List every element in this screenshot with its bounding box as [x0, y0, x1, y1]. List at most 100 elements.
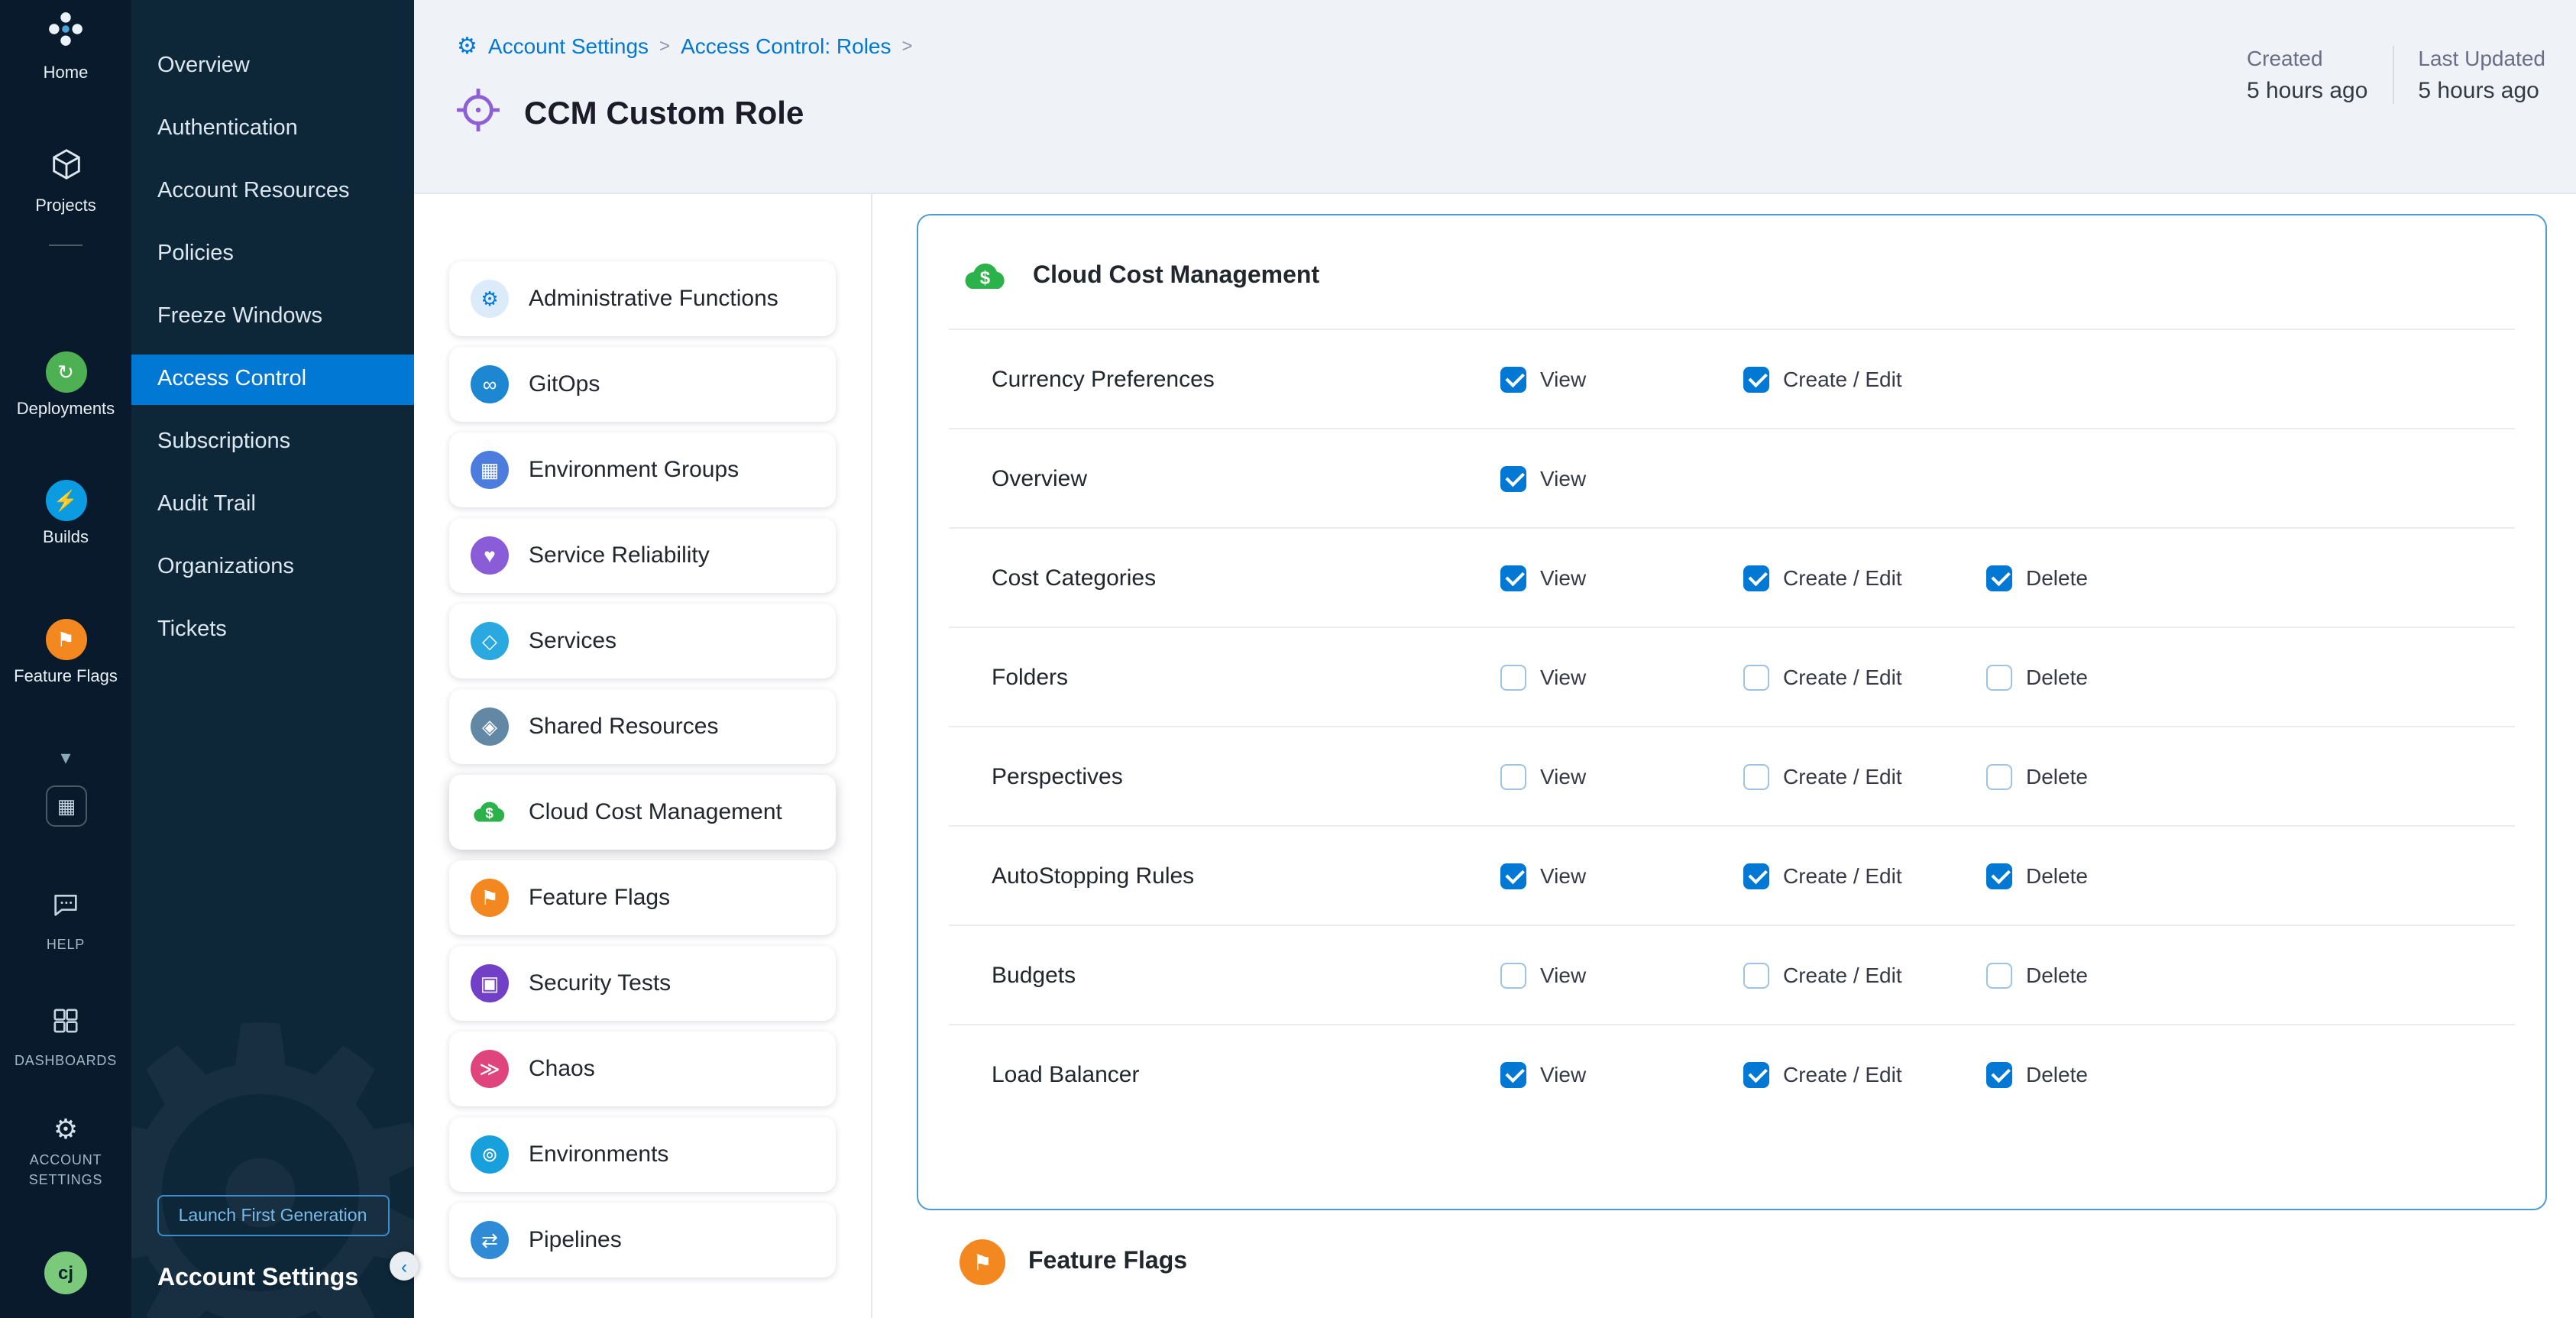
resource-category-card[interactable]: ▦ Environment Groups	[449, 432, 836, 507]
permission-cell-create-edit[interactable]: Create / Edit	[1743, 962, 1986, 988]
permission-cell-view[interactable]: View	[1500, 1061, 1743, 1087]
chevron-down-icon[interactable]: ▾	[0, 746, 131, 770]
checked-checkbox[interactable]	[1743, 366, 1769, 392]
resource-category-card[interactable]: ⊚ Environments	[449, 1117, 836, 1192]
unchecked-checkbox[interactable]	[1500, 763, 1526, 789]
settings-nav-item[interactable]: Subscriptions	[131, 417, 414, 468]
shared-resources-icon: ◈	[471, 708, 509, 746]
permission-cell-delete[interactable]: Delete	[1986, 664, 2226, 690]
module-grid-button[interactable]: ▦	[46, 785, 87, 827]
permission-cell-delete[interactable]: Delete	[1986, 962, 2226, 988]
settings-nav-item[interactable]: Overview	[131, 41, 414, 92]
unchecked-checkbox[interactable]	[1986, 763, 2012, 789]
permission-cell-view[interactable]: View	[1500, 664, 1743, 690]
settings-nav-item[interactable]: Tickets	[131, 605, 414, 656]
permission-cell-create-edit[interactable]: Create / Edit	[1743, 366, 1986, 392]
settings-nav-item[interactable]: Access Control	[131, 355, 414, 405]
avatar[interactable]: cj	[44, 1252, 87, 1294]
checked-checkbox[interactable]	[1986, 863, 2012, 889]
settings-nav-item[interactable]: Account Resources	[131, 167, 414, 217]
unchecked-checkbox[interactable]	[1743, 664, 1769, 690]
unchecked-checkbox[interactable]	[1500, 962, 1526, 988]
permission-cell-view[interactable]: View	[1500, 863, 1743, 889]
settings-nav-item[interactable]: Policies	[131, 229, 414, 280]
permission-cell-create-edit[interactable]: Create / Edit	[1743, 1061, 1986, 1087]
checked-checkbox[interactable]	[1500, 366, 1526, 392]
svg-text:$: $	[980, 268, 991, 289]
settings-nav-item[interactable]: Authentication	[131, 104, 414, 154]
permission-cell-create-edit[interactable]: Create / Edit	[1743, 863, 1986, 889]
permission-cell-view[interactable]: View	[1500, 763, 1743, 789]
content-body: ⚙ Administrative Functions ∞ GitOps ▦ En…	[414, 194, 2576, 1318]
resource-category-card[interactable]: ▣ Security Tests	[449, 946, 836, 1021]
collapse-sidebar-button[interactable]: ‹	[390, 1252, 419, 1281]
permission-row: Budgets View Create / Edit	[949, 925, 2515, 1024]
permission-row: Cost Categories View Create / Edit	[949, 527, 2515, 627]
checked-checkbox[interactable]	[1500, 1061, 1526, 1087]
account-settings-gear-icon[interactable]: ⚙	[457, 34, 477, 57]
resource-category-card[interactable]: ♥ Service Reliability	[449, 518, 836, 593]
sidebar-item-dashboards[interactable]: DASHBOARDS	[0, 1006, 131, 1070]
checked-checkbox[interactable]	[1986, 1061, 2012, 1087]
permission-cell-delete[interactable]: Delete	[1986, 565, 2226, 591]
breadcrumb-access-control-roles[interactable]: Access Control: Roles	[681, 34, 891, 58]
checked-checkbox[interactable]	[1743, 1061, 1769, 1087]
permission-row: Currency Preferences View Create / Edit	[949, 329, 2515, 428]
resource-category-card[interactable]: ≫ Chaos	[449, 1031, 836, 1106]
permission-cell-delete[interactable]: Delete	[1986, 863, 2226, 889]
checked-checkbox[interactable]	[1500, 565, 1526, 591]
sidebar-item-builds[interactable]: ⚡ Builds	[0, 480, 131, 547]
sidebar-item-account-settings[interactable]: ⚙ ACCOUNT SETTINGS	[0, 1116, 131, 1189]
permission-cell-delete[interactable]: Delete	[1986, 763, 2226, 789]
permission-cell-view[interactable]: View	[1500, 565, 1743, 591]
unchecked-checkbox[interactable]	[1986, 962, 2012, 988]
settings-nav-item[interactable]: Audit Trail	[131, 480, 414, 530]
checked-checkbox[interactable]	[1743, 863, 1769, 889]
breadcrumb: ⚙ Account Settings > Access Control: Rol…	[457, 34, 913, 58]
created-info: Created 5 hours ago	[2222, 46, 2392, 104]
sidebar-item-feature-flags[interactable]: ⚑ Feature Flags	[0, 619, 131, 686]
category-label: Environments	[529, 1142, 668, 1167]
permission-cell-create-edit[interactable]: Create / Edit	[1743, 565, 1986, 591]
settings-nav-item[interactable]: Freeze Windows	[131, 292, 414, 342]
dashboards-label: DASHBOARDS	[15, 1051, 117, 1070]
created-label: Created	[2247, 46, 2367, 70]
sidebar-item-help[interactable]: HELP	[0, 889, 131, 954]
permission-cell-view[interactable]: View	[1500, 962, 1743, 988]
resource-category-card[interactable]: $ Cloud Cost Management	[449, 775, 836, 850]
sidebar-item-home[interactable]: Home	[0, 9, 131, 83]
administrative-functions-icon: ⚙	[471, 280, 509, 318]
breadcrumb-account-settings[interactable]: Account Settings	[488, 34, 649, 58]
settings-nav-item-label: Authentication	[157, 116, 298, 141]
launch-first-generation-button[interactable]: Launch First Generation	[157, 1195, 389, 1236]
permission-cell-delete[interactable]: Delete	[1986, 1061, 2226, 1087]
sidebar-item-projects[interactable]: Projects	[0, 147, 131, 215]
permission-cell-create-edit[interactable]: Create / Edit	[1743, 763, 1986, 789]
settings-nav-item[interactable]: Organizations	[131, 542, 414, 593]
unchecked-checkbox[interactable]	[1986, 664, 2012, 690]
permissions-panel: $ Cloud Cost Management Currency Prefere…	[917, 214, 2547, 1210]
unchecked-checkbox[interactable]	[1743, 962, 1769, 988]
resource-category-card[interactable]: ⚙ Administrative Functions	[449, 261, 836, 336]
app-window: Home Projects ↻ Deployments ⚡ Builds ⚑ F…	[0, 0, 2576, 1318]
checked-checkbox[interactable]	[1986, 565, 2012, 591]
resource-name: Budgets	[992, 962, 1500, 988]
resource-category-card[interactable]: ⚑ Feature Flags	[449, 860, 836, 935]
main-content: ⚙ Account Settings > Access Control: Rol…	[414, 0, 2576, 1318]
sidebar-item-deployments[interactable]: ↻ Deployments	[0, 351, 131, 419]
permission-cell-view[interactable]: View	[1500, 465, 1743, 491]
resource-category-card[interactable]: ⇄ Pipelines	[449, 1203, 836, 1278]
unchecked-checkbox[interactable]	[1743, 763, 1769, 789]
unchecked-checkbox[interactable]	[1500, 664, 1526, 690]
resource-category-card[interactable]: ◇ Services	[449, 604, 836, 678]
checked-checkbox[interactable]	[1500, 465, 1526, 491]
checked-checkbox[interactable]	[1743, 565, 1769, 591]
security-tests-icon: ▣	[471, 964, 509, 1002]
resource-category-card[interactable]: ◈ Shared Resources	[449, 689, 836, 764]
permission-cell-view[interactable]: View	[1500, 366, 1743, 392]
account-settings-label: ACCOUNT SETTINGS	[18, 1151, 113, 1189]
permission-cell-create-edit[interactable]: Create / Edit	[1743, 664, 1986, 690]
permission-label: Delete	[2026, 863, 2088, 888]
checked-checkbox[interactable]	[1500, 863, 1526, 889]
resource-category-card[interactable]: ∞ GitOps	[449, 347, 836, 422]
